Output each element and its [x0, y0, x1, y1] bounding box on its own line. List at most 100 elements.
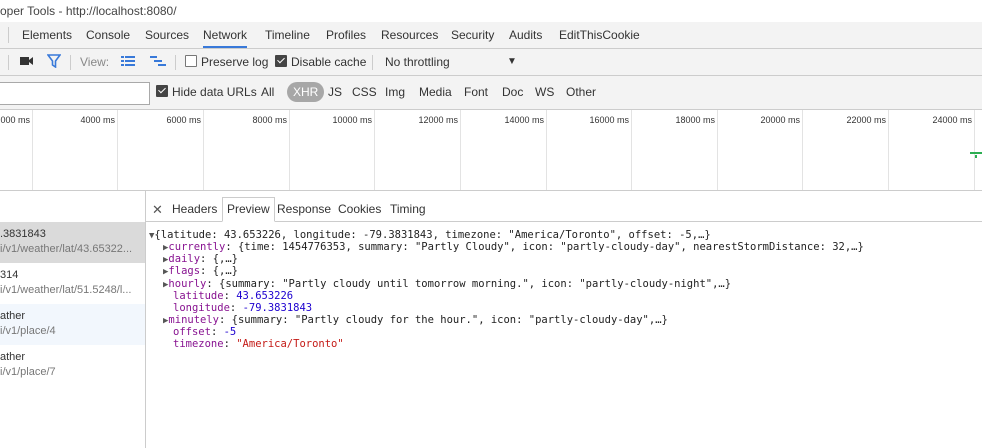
tab-editthiscookie[interactable]: EditThisCookie	[559, 22, 640, 48]
overview-tick-label: 12000 ms	[418, 115, 458, 125]
filter-input[interactable]	[0, 82, 150, 105]
request-path: i/v1/weather/lat/43.65322...	[0, 243, 133, 255]
filter-type-ws[interactable]: WS	[535, 76, 554, 109]
tab-resources[interactable]: Resources	[381, 22, 438, 48]
overview-request-bar	[975, 155, 977, 158]
filter-type-js[interactable]: JS	[328, 76, 342, 109]
overview-tick-label: 20000 ms	[760, 115, 800, 125]
tab-response[interactable]: Response	[277, 198, 331, 221]
overview-gridline	[974, 110, 975, 190]
throttling-select[interactable]: No throttling	[385, 49, 450, 75]
filter-type-css[interactable]: CSS	[352, 76, 377, 109]
large-rows-icon[interactable]	[121, 49, 135, 75]
filter-type-font[interactable]: Font	[464, 76, 488, 109]
filter-type-other[interactable]: Other	[566, 76, 596, 109]
tab-cookies[interactable]: Cookies	[338, 198, 381, 221]
json-value: 43.653226	[236, 290, 294, 302]
overview-tick-label: 18000 ms	[675, 115, 715, 125]
request-row[interactable]: 314 i/v1/weather/lat/51.5248/l...	[0, 263, 145, 304]
view-label: View:	[80, 55, 110, 69]
overview-tick-label: 6000 ms	[166, 115, 201, 125]
tab-sources[interactable]: Sources	[145, 22, 189, 48]
filter-type-img[interactable]: Img	[385, 76, 405, 109]
tab-elements[interactable]: Elements	[22, 22, 72, 48]
overview-gridline	[717, 110, 718, 190]
tab-profiles[interactable]: Profiles	[326, 22, 366, 48]
overview-gridline	[32, 110, 33, 190]
tab-timeline[interactable]: Timeline	[265, 22, 310, 48]
hide-data-urls-checkbox[interactable]: Hide data URLs	[156, 76, 257, 109]
overview-tick-label: 24000 ms	[932, 115, 972, 125]
request-list: .3831843 i/v1/weather/lat/43.65322... 31…	[0, 191, 146, 448]
hide-data-urls-label: Hide data URLs	[172, 85, 257, 99]
json-value: "America/Toronto"	[236, 338, 344, 350]
json-row[interactable]: ▶currently: {time: 1454776353, summary: …	[163, 241, 864, 254]
overview-gridline	[203, 110, 204, 190]
tabs-separator	[8, 27, 9, 43]
tab-console[interactable]: Console	[86, 22, 130, 48]
disable-cache-checkbox[interactable]: Disable cache	[275, 49, 366, 75]
request-path: i/v1/place/7	[0, 366, 56, 378]
json-root-summary: {latitude: 43.653226, longitude: -79.383…	[154, 229, 711, 241]
json-key: hourly	[168, 278, 207, 290]
overview-request-bar	[970, 152, 982, 154]
overview-tick-label: 22000 ms	[846, 115, 886, 125]
filter-icon[interactable]	[46, 49, 62, 75]
json-value: {summary: "Partly cloudy until tomorrow …	[219, 278, 732, 290]
request-path: i/v1/weather/lat/51.5248/l...	[0, 284, 132, 296]
window-title: oper Tools - http://localhost:8080/	[0, 4, 177, 18]
request-row[interactable]: ather i/v1/place/7	[0, 345, 145, 386]
overview-gridline	[631, 110, 632, 190]
overview-tick-label: 16000 ms	[589, 115, 629, 125]
preserve-log-box[interactable]	[185, 55, 197, 67]
request-name: ather	[0, 351, 26, 363]
overview-gridline	[802, 110, 803, 190]
json-value: {,…}	[212, 265, 238, 277]
overview-tick-label: 000 ms	[0, 115, 30, 125]
json-row[interactable]: ▶flags: {,…}	[163, 265, 238, 278]
overview-gridline	[374, 110, 375, 190]
tab-network[interactable]: Network	[203, 22, 248, 48]
toolbar-separator	[175, 55, 176, 70]
filter-type-xhr[interactable]: XHR	[287, 82, 325, 102]
request-row[interactable]: .3831843 i/v1/weather/lat/43.65322...	[0, 222, 145, 263]
overview-tick-label: 14000 ms	[504, 115, 544, 125]
hide-data-urls-box[interactable]	[156, 85, 168, 97]
tab-preview[interactable]: Preview	[222, 197, 275, 222]
json-row: timezone: "America/Toronto"	[173, 338, 344, 350]
preserve-log-checkbox[interactable]: Preserve log	[185, 49, 268, 75]
overview-gridline	[888, 110, 889, 190]
tab-timing[interactable]: Timing	[390, 198, 426, 221]
tab-audits[interactable]: Audits	[509, 22, 542, 48]
filter-type-doc[interactable]: Doc	[502, 76, 523, 109]
request-name: ather	[0, 310, 26, 322]
toolbar-separator	[8, 55, 9, 70]
json-key: flags	[168, 265, 201, 277]
filter-type-all[interactable]: All	[261, 76, 274, 109]
tab-security[interactable]: Security	[451, 22, 494, 48]
overview-tick-label: 8000 ms	[252, 115, 287, 125]
filter-bar: Hide data URLs All XHR JS CSS Img Media …	[0, 76, 982, 110]
window-titlebar: oper Tools - http://localhost:8080/	[0, 0, 982, 22]
json-row[interactable]: ▶minutely: {summary: "Partly cloudy for …	[163, 314, 668, 327]
json-row: latitude: 43.653226	[173, 290, 294, 302]
json-value: {summary: "Partly cloudy for the hour.",…	[231, 314, 668, 326]
json-row: longitude: -79.3831843	[173, 302, 313, 314]
json-value: -79.3831843	[242, 302, 313, 314]
throttling-dropdown-icon[interactable]: ▼	[507, 49, 517, 75]
overview-waterfall-icon[interactable]	[150, 49, 166, 75]
json-value: -5	[223, 326, 237, 338]
toolbar-separator	[70, 55, 71, 70]
close-details-icon[interactable]: ✕	[152, 198, 163, 221]
overview-gridline	[117, 110, 118, 190]
filter-type-media[interactable]: Media	[419, 76, 452, 109]
request-row[interactable]: ather i/v1/place/4	[0, 304, 145, 345]
request-path: i/v1/place/4	[0, 325, 56, 337]
panel-tabs-bar: Elements Console Sources Network Timelin…	[0, 22, 982, 49]
network-overview[interactable]: 000 ms 4000 ms 6000 ms 8000 ms 10000 ms …	[0, 110, 982, 191]
details-tabs-bar: ✕ Headers Preview Response Cookies Timin…	[146, 191, 982, 222]
request-name: 314	[0, 269, 19, 281]
disable-cache-box[interactable]	[275, 55, 287, 67]
capture-screenshots-icon[interactable]	[20, 49, 34, 75]
tab-headers[interactable]: Headers	[172, 198, 217, 221]
